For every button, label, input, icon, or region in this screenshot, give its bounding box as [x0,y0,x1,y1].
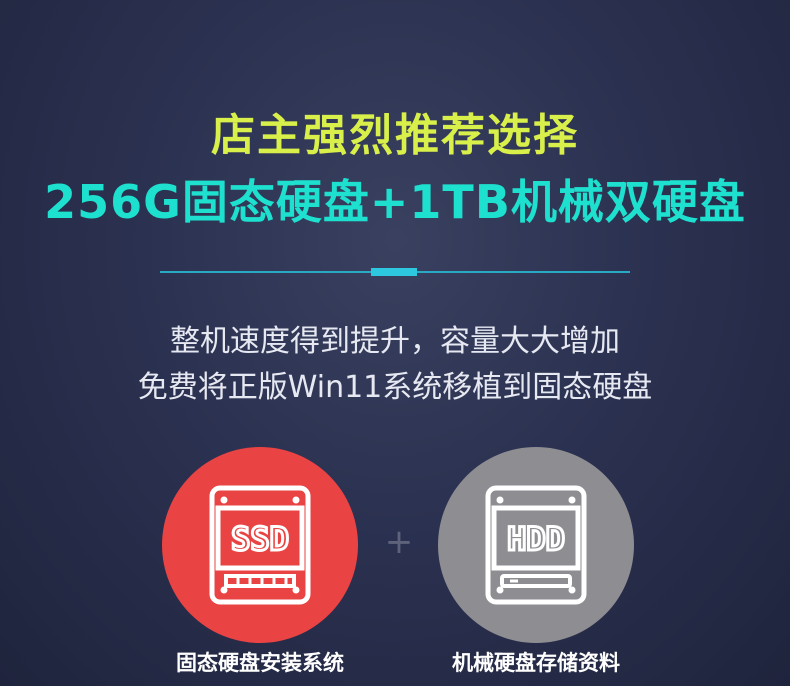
subtitle-line-1: 整机速度得到提升，容量大大增加 [170,324,620,359]
headline-line-1: 店主强烈推荐选择 [211,110,579,161]
hdd-drive-icon: HDD [485,485,587,605]
hdd-icon-label: HDD [507,520,565,558]
ssd-drive-icon: SSD [209,485,311,605]
subtitle-line-2: 免费将正版Win11系统移植到固态硬盘 [137,370,653,405]
ssd-circle: SSD [162,447,358,643]
plus-sign: + [384,522,414,562]
hdd-caption: 机械硬盘存储资料 [452,651,620,675]
hdd-circle: HDD [438,447,634,643]
ssd-caption: 固态硬盘安装系统 [176,651,344,675]
divider-accent [371,268,417,276]
ssd-icon-label: SSD [231,520,289,558]
headline-line-2: 256G固态硬盘+1TB机械双硬盘 [44,175,746,229]
